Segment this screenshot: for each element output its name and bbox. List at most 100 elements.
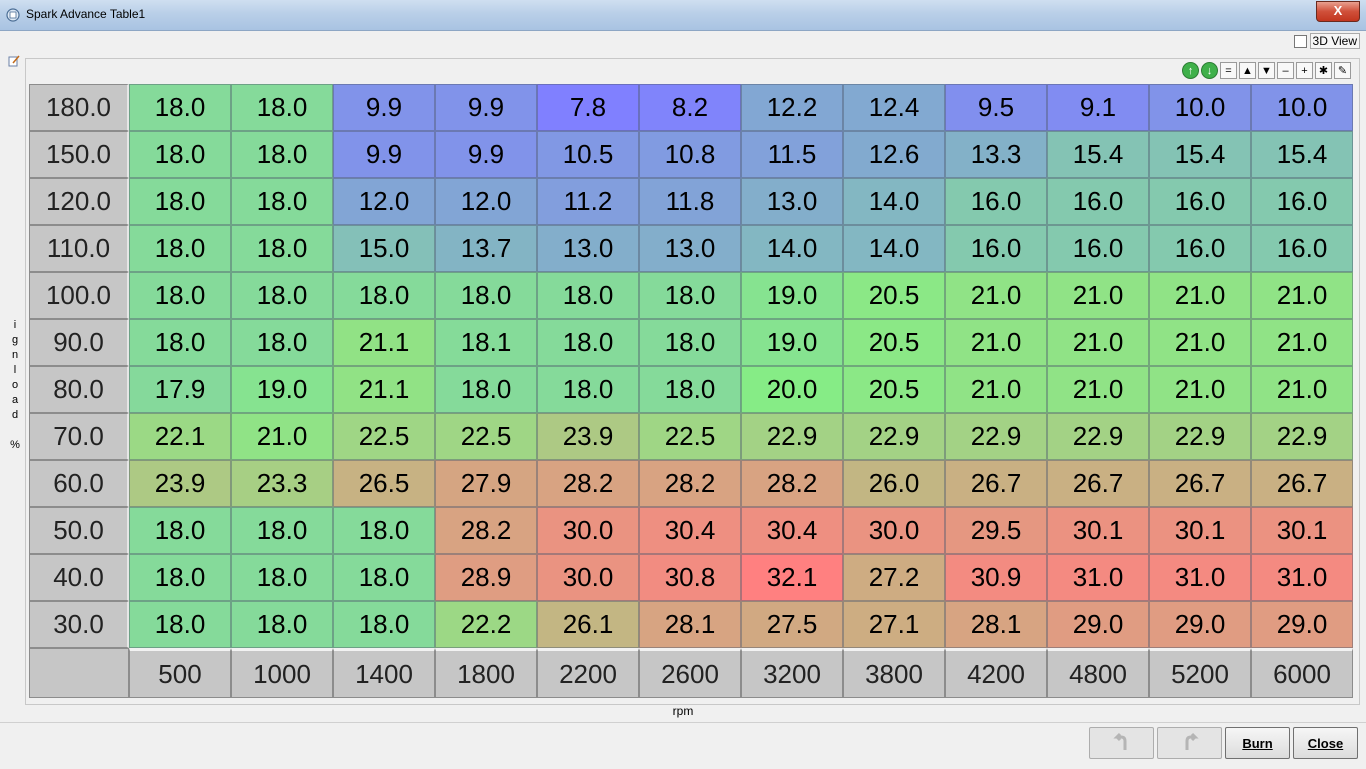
table-cell[interactable]: 26.5 — [333, 460, 435, 507]
table-cell[interactable]: 20.5 — [843, 366, 945, 413]
triangle-down-button[interactable]: ▼ — [1258, 62, 1275, 79]
table-cell[interactable]: 22.9 — [741, 413, 843, 460]
table-cell[interactable]: 12.0 — [435, 178, 537, 225]
table-cell[interactable]: 7.8 — [537, 84, 639, 131]
table-cell[interactable]: 30.1 — [1251, 507, 1353, 554]
x-axis-value[interactable]: 4200 — [945, 648, 1047, 698]
table-cell[interactable]: 18.0 — [129, 272, 231, 319]
table-cell[interactable]: 12.0 — [333, 178, 435, 225]
table-cell[interactable]: 18.0 — [129, 319, 231, 366]
triangle-up-button[interactable]: ▲ — [1239, 62, 1256, 79]
x-axis-value[interactable]: 1000 — [231, 648, 333, 698]
table-cell[interactable]: 13.7 — [435, 225, 537, 272]
redo-button[interactable] — [1157, 727, 1222, 759]
x-axis-value[interactable]: 500 — [129, 648, 231, 698]
table-cell[interactable]: 18.0 — [129, 601, 231, 648]
y-axis-value[interactable]: 110.0 — [29, 225, 129, 272]
table-cell[interactable]: 13.0 — [537, 225, 639, 272]
table-cell[interactable]: 29.0 — [1251, 601, 1353, 648]
table-cell[interactable]: 22.5 — [333, 413, 435, 460]
table-cell[interactable]: 19.0 — [741, 272, 843, 319]
table-cell[interactable]: 18.0 — [333, 601, 435, 648]
x-axis-value[interactable]: 3800 — [843, 648, 945, 698]
table-cell[interactable]: 13.0 — [741, 178, 843, 225]
table-cell[interactable]: 20.0 — [741, 366, 843, 413]
table-cell[interactable]: 15.4 — [1047, 131, 1149, 178]
x-axis-value[interactable]: 1800 — [435, 648, 537, 698]
table-cell[interactable]: 21.0 — [1251, 366, 1353, 413]
table-cell[interactable]: 22.9 — [843, 413, 945, 460]
table-cell[interactable]: 18.0 — [129, 131, 231, 178]
table-cell[interactable]: 16.0 — [1047, 178, 1149, 225]
table-cell[interactable]: 22.9 — [1047, 413, 1149, 460]
table-cell[interactable]: 28.2 — [639, 460, 741, 507]
table-cell[interactable]: 18.0 — [129, 178, 231, 225]
table-cell[interactable]: 18.0 — [537, 319, 639, 366]
table-cell[interactable]: 18.0 — [231, 507, 333, 554]
table-cell[interactable]: 26.1 — [537, 601, 639, 648]
equals-button[interactable]: = — [1220, 62, 1237, 79]
table-cell[interactable]: 12.4 — [843, 84, 945, 131]
table-cell[interactable]: 30.9 — [945, 554, 1047, 601]
table-cell[interactable]: 18.0 — [129, 84, 231, 131]
table-cell[interactable]: 21.0 — [945, 319, 1047, 366]
table-cell[interactable]: 10.5 — [537, 131, 639, 178]
y-axis-value[interactable]: 60.0 — [29, 460, 129, 507]
y-axis-value[interactable]: 70.0 — [29, 413, 129, 460]
table-cell[interactable]: 31.0 — [1149, 554, 1251, 601]
table-cell[interactable]: 22.1 — [129, 413, 231, 460]
table-cell[interactable]: 20.5 — [843, 319, 945, 366]
minus-button[interactable]: – — [1277, 62, 1294, 79]
table-cell[interactable]: 14.0 — [741, 225, 843, 272]
table-cell[interactable]: 26.7 — [1149, 460, 1251, 507]
table-cell[interactable]: 18.0 — [129, 225, 231, 272]
x-axis-value[interactable]: 4800 — [1047, 648, 1149, 698]
table-cell[interactable]: 8.2 — [639, 84, 741, 131]
table-cell[interactable]: 14.0 — [843, 225, 945, 272]
table-cell[interactable]: 29.5 — [945, 507, 1047, 554]
view3d-checkbox[interactable] — [1293, 34, 1307, 48]
table-cell[interactable]: 27.2 — [843, 554, 945, 601]
table-cell[interactable]: 18.0 — [333, 507, 435, 554]
table-cell[interactable]: 9.5 — [945, 84, 1047, 131]
table-cell[interactable]: 18.0 — [333, 554, 435, 601]
y-axis-value[interactable]: 40.0 — [29, 554, 129, 601]
table-cell[interactable]: 10.0 — [1149, 84, 1251, 131]
table-cell[interactable]: 22.5 — [639, 413, 741, 460]
table-cell[interactable]: 22.9 — [945, 413, 1047, 460]
note-icon[interactable] — [8, 55, 20, 67]
table-cell[interactable]: 28.2 — [741, 460, 843, 507]
table-cell[interactable]: 18.0 — [231, 178, 333, 225]
table-cell[interactable]: 28.1 — [945, 601, 1047, 648]
burn-button[interactable]: Burn — [1225, 727, 1290, 759]
table-cell[interactable]: 18.0 — [435, 366, 537, 413]
increase-button[interactable]: ↑ — [1182, 62, 1199, 79]
table-cell[interactable]: 32.1 — [741, 554, 843, 601]
table-cell[interactable]: 10.0 — [1251, 84, 1353, 131]
table-cell[interactable]: 16.0 — [1251, 225, 1353, 272]
table-cell[interactable]: 26.0 — [843, 460, 945, 507]
table-cell[interactable]: 20.5 — [843, 272, 945, 319]
table-cell[interactable]: 27.1 — [843, 601, 945, 648]
y-axis-value[interactable]: 30.0 — [29, 601, 129, 648]
table-cell[interactable]: 16.0 — [945, 178, 1047, 225]
table-cell[interactable]: 19.0 — [231, 366, 333, 413]
table-cell[interactable]: 21.0 — [231, 413, 333, 460]
table-cell[interactable]: 29.0 — [1047, 601, 1149, 648]
y-axis-value[interactable]: 90.0 — [29, 319, 129, 366]
table-cell[interactable]: 28.9 — [435, 554, 537, 601]
table-cell[interactable]: 26.7 — [1251, 460, 1353, 507]
x-axis-value[interactable]: 6000 — [1251, 648, 1353, 698]
table-cell[interactable]: 21.0 — [1149, 366, 1251, 413]
table-cell[interactable]: 30.1 — [1047, 507, 1149, 554]
table-cell[interactable]: 18.0 — [231, 131, 333, 178]
table-cell[interactable]: 10.8 — [639, 131, 741, 178]
table-cell[interactable]: 16.0 — [945, 225, 1047, 272]
table-cell[interactable]: 18.0 — [435, 272, 537, 319]
table-cell[interactable]: 18.0 — [639, 366, 741, 413]
table-cell[interactable]: 21.0 — [1047, 366, 1149, 413]
table-cell[interactable]: 28.2 — [435, 507, 537, 554]
table-cell[interactable]: 30.4 — [639, 507, 741, 554]
table-cell[interactable]: 18.0 — [537, 272, 639, 319]
y-axis-value[interactable]: 120.0 — [29, 178, 129, 225]
